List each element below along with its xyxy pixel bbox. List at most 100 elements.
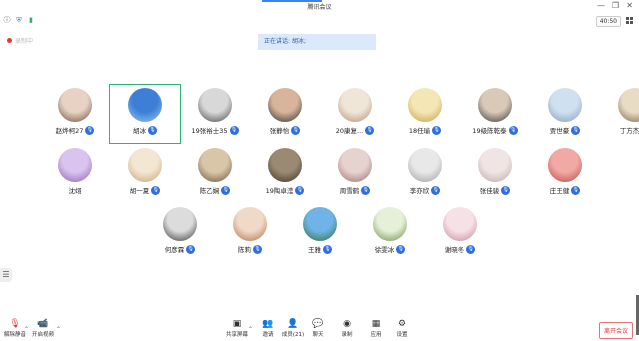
- participant-tile[interactable]: 周雪鹤 🎙: [320, 148, 390, 206]
- maximize-button[interactable]: ❐: [612, 1, 619, 10]
- sidebar-toggle-icon[interactable]: ☰: [0, 268, 12, 282]
- participant-name: 胡冰: [133, 127, 146, 135]
- mic-icon: 🎙: [291, 125, 301, 135]
- avatar: [408, 148, 442, 182]
- participant-tile[interactable]: 19陶卓滢 🎙: [250, 148, 320, 206]
- participant-name-row: 19张裕士35 🎙: [180, 125, 250, 135]
- leave-meeting-button[interactable]: 离开会议: [598, 322, 633, 339]
- participant-tile[interactable]: 徐雯冰 🎙: [355, 207, 425, 265]
- avatar: [478, 148, 512, 182]
- minimize-button[interactable]: —: [597, 1, 605, 10]
- participant-name: 李亦欣: [409, 187, 430, 195]
- mic-icon: 🎙: [571, 185, 581, 195]
- participant-tile[interactable]: 胡冰 🎙: [109, 84, 181, 144]
- title-bar: 腾讯会议 — ❐ ✕: [0, 0, 639, 14]
- mic-icon: 🎙: [508, 125, 518, 135]
- participant-name: 张静怡: [269, 127, 290, 135]
- mic-icon: 🎙: [221, 185, 231, 195]
- avatar: [233, 207, 267, 241]
- participant-name-row: 赵烨柯27 🎙: [40, 125, 110, 135]
- start-video-button[interactable]: 📹 开启视频: [28, 318, 58, 338]
- participant-name: 何彦霖: [164, 246, 185, 254]
- participant-tile[interactable]: 何彦霖 🎙: [145, 207, 215, 265]
- participant-name-row: 19级陈乾泰 🎙: [460, 125, 530, 135]
- settings-button[interactable]: ⚙ 设置: [387, 318, 417, 338]
- video-options-chevron-icon[interactable]: ⌃: [56, 326, 61, 333]
- participant-tile[interactable]: 19级陈乾泰 🎙: [460, 88, 530, 146]
- participant-tile[interactable]: 张佳骏 🎙: [460, 148, 530, 206]
- mic-icon: 🎙: [295, 185, 305, 195]
- close-button[interactable]: ✕: [626, 1, 633, 10]
- window-title: 腾讯会议: [307, 4, 332, 11]
- gear-icon: ⚙: [397, 319, 407, 329]
- participant-tile[interactable]: 胡一夏 🎙: [110, 148, 180, 206]
- chat-icon: 💬: [312, 319, 324, 329]
- participant-name: 徐雯冰: [374, 246, 395, 254]
- avatar: [373, 207, 407, 241]
- participant-name: 庄王健: [549, 187, 570, 195]
- participant-tile[interactable]: 庄王健 🎙: [530, 148, 600, 206]
- participant-name-row: 陈乙娴 🎙: [180, 185, 250, 195]
- avatar: [303, 207, 337, 241]
- mic-icon: 🎙: [229, 125, 239, 135]
- participant-name-row: 沈翊: [40, 185, 110, 195]
- avatar: [163, 207, 197, 241]
- record-button[interactable]: ◉ 录制: [332, 318, 362, 338]
- avatar: [338, 88, 372, 122]
- participant-name-row: 丁方杰🎙: [600, 125, 639, 135]
- mic-icon: 🎙: [501, 185, 511, 195]
- mic-icon: 🎙: [431, 185, 441, 195]
- mic-icon: 🎙: [323, 244, 332, 254]
- layout-grid-icon[interactable]: [626, 17, 633, 24]
- participant-name-row: 胡一夏 🎙: [110, 185, 180, 195]
- participant-name-row: 张静怡 🎙: [250, 125, 320, 135]
- participant-name-row: 王雅 🎙: [285, 244, 355, 254]
- shield-icon[interactable]: ⛨: [15, 16, 23, 24]
- speaking-prefix: 正在讲话:: [264, 38, 291, 45]
- info-icon[interactable]: ⓘ: [3, 16, 11, 24]
- mic-icon: 🎙: [253, 244, 262, 254]
- participant-name-row: 谢晓冬 🎙: [425, 244, 495, 254]
- participant-tile[interactable]: 丁方杰🎙: [600, 88, 639, 146]
- mic-icon: 🎙: [432, 125, 442, 135]
- participant-tile[interactable]: 陈莉 🎙: [215, 207, 285, 265]
- chat-label: 聊天: [312, 332, 324, 338]
- participant-name: 王雅: [308, 246, 321, 254]
- participant-tile[interactable]: 陈乙娴 🎙: [180, 148, 250, 206]
- participant-name: 18任瑜: [408, 127, 431, 135]
- participant-name: 赵烨柯27: [55, 127, 84, 135]
- participant-tile[interactable]: 18任瑜 🎙: [390, 88, 460, 146]
- record-icon: ◉: [343, 319, 351, 329]
- participant-name: 陈莉: [238, 246, 251, 254]
- mic-icon: 🎙: [365, 125, 375, 135]
- participant-name-row: 周雪鹤 🎙: [320, 185, 390, 195]
- meeting-timer: 40:50: [595, 16, 621, 27]
- participant-tile[interactable]: 19张裕士35 🎙: [180, 88, 250, 146]
- participant-name-row: 18任瑜 🎙: [390, 125, 460, 135]
- participant-tile[interactable]: 王雅 🎙: [285, 207, 355, 265]
- participant-name: 张佳骏: [479, 187, 500, 195]
- participant-name-row: 庄王健 🎙: [530, 185, 600, 195]
- mic-icon: 🎙: [361, 185, 371, 195]
- start-video-label: 开启视频: [31, 332, 54, 338]
- participant-name-row: 李亦欣 🎙: [390, 185, 460, 195]
- participant-tile[interactable]: 张静怡 🎙: [250, 88, 320, 146]
- avatar: [58, 88, 92, 122]
- mic-icon: 🎙: [571, 125, 581, 135]
- mic-icon: 🎙: [151, 185, 161, 195]
- participant-tile[interactable]: 20康复... 🎙: [320, 88, 390, 146]
- participant-tile[interactable]: 贾世豪 🎙: [530, 88, 600, 146]
- signal-icon[interactable]: ▮: [27, 16, 35, 24]
- chat-button[interactable]: 💬 聊天: [303, 318, 333, 338]
- participant-name-row: 徐雯冰 🎙: [355, 244, 425, 254]
- participant-name-row: 张佳骏 🎙: [460, 185, 530, 195]
- participant-tile[interactable]: 李亦欣 🎙: [390, 148, 460, 206]
- participant-name: 20康复...: [335, 127, 364, 135]
- recording-dot-icon: [7, 38, 12, 43]
- participant-name: 胡一夏: [129, 187, 150, 195]
- participant-tile[interactable]: 谢晓冬 🎙: [425, 207, 495, 265]
- participant-tile[interactable]: 赵烨柯27 🎙: [40, 88, 110, 146]
- participant-tile[interactable]: 沈翊: [40, 148, 110, 206]
- participant-name-row: 贾世豪 🎙: [530, 125, 600, 135]
- mic-icon: 🎙: [396, 244, 406, 254]
